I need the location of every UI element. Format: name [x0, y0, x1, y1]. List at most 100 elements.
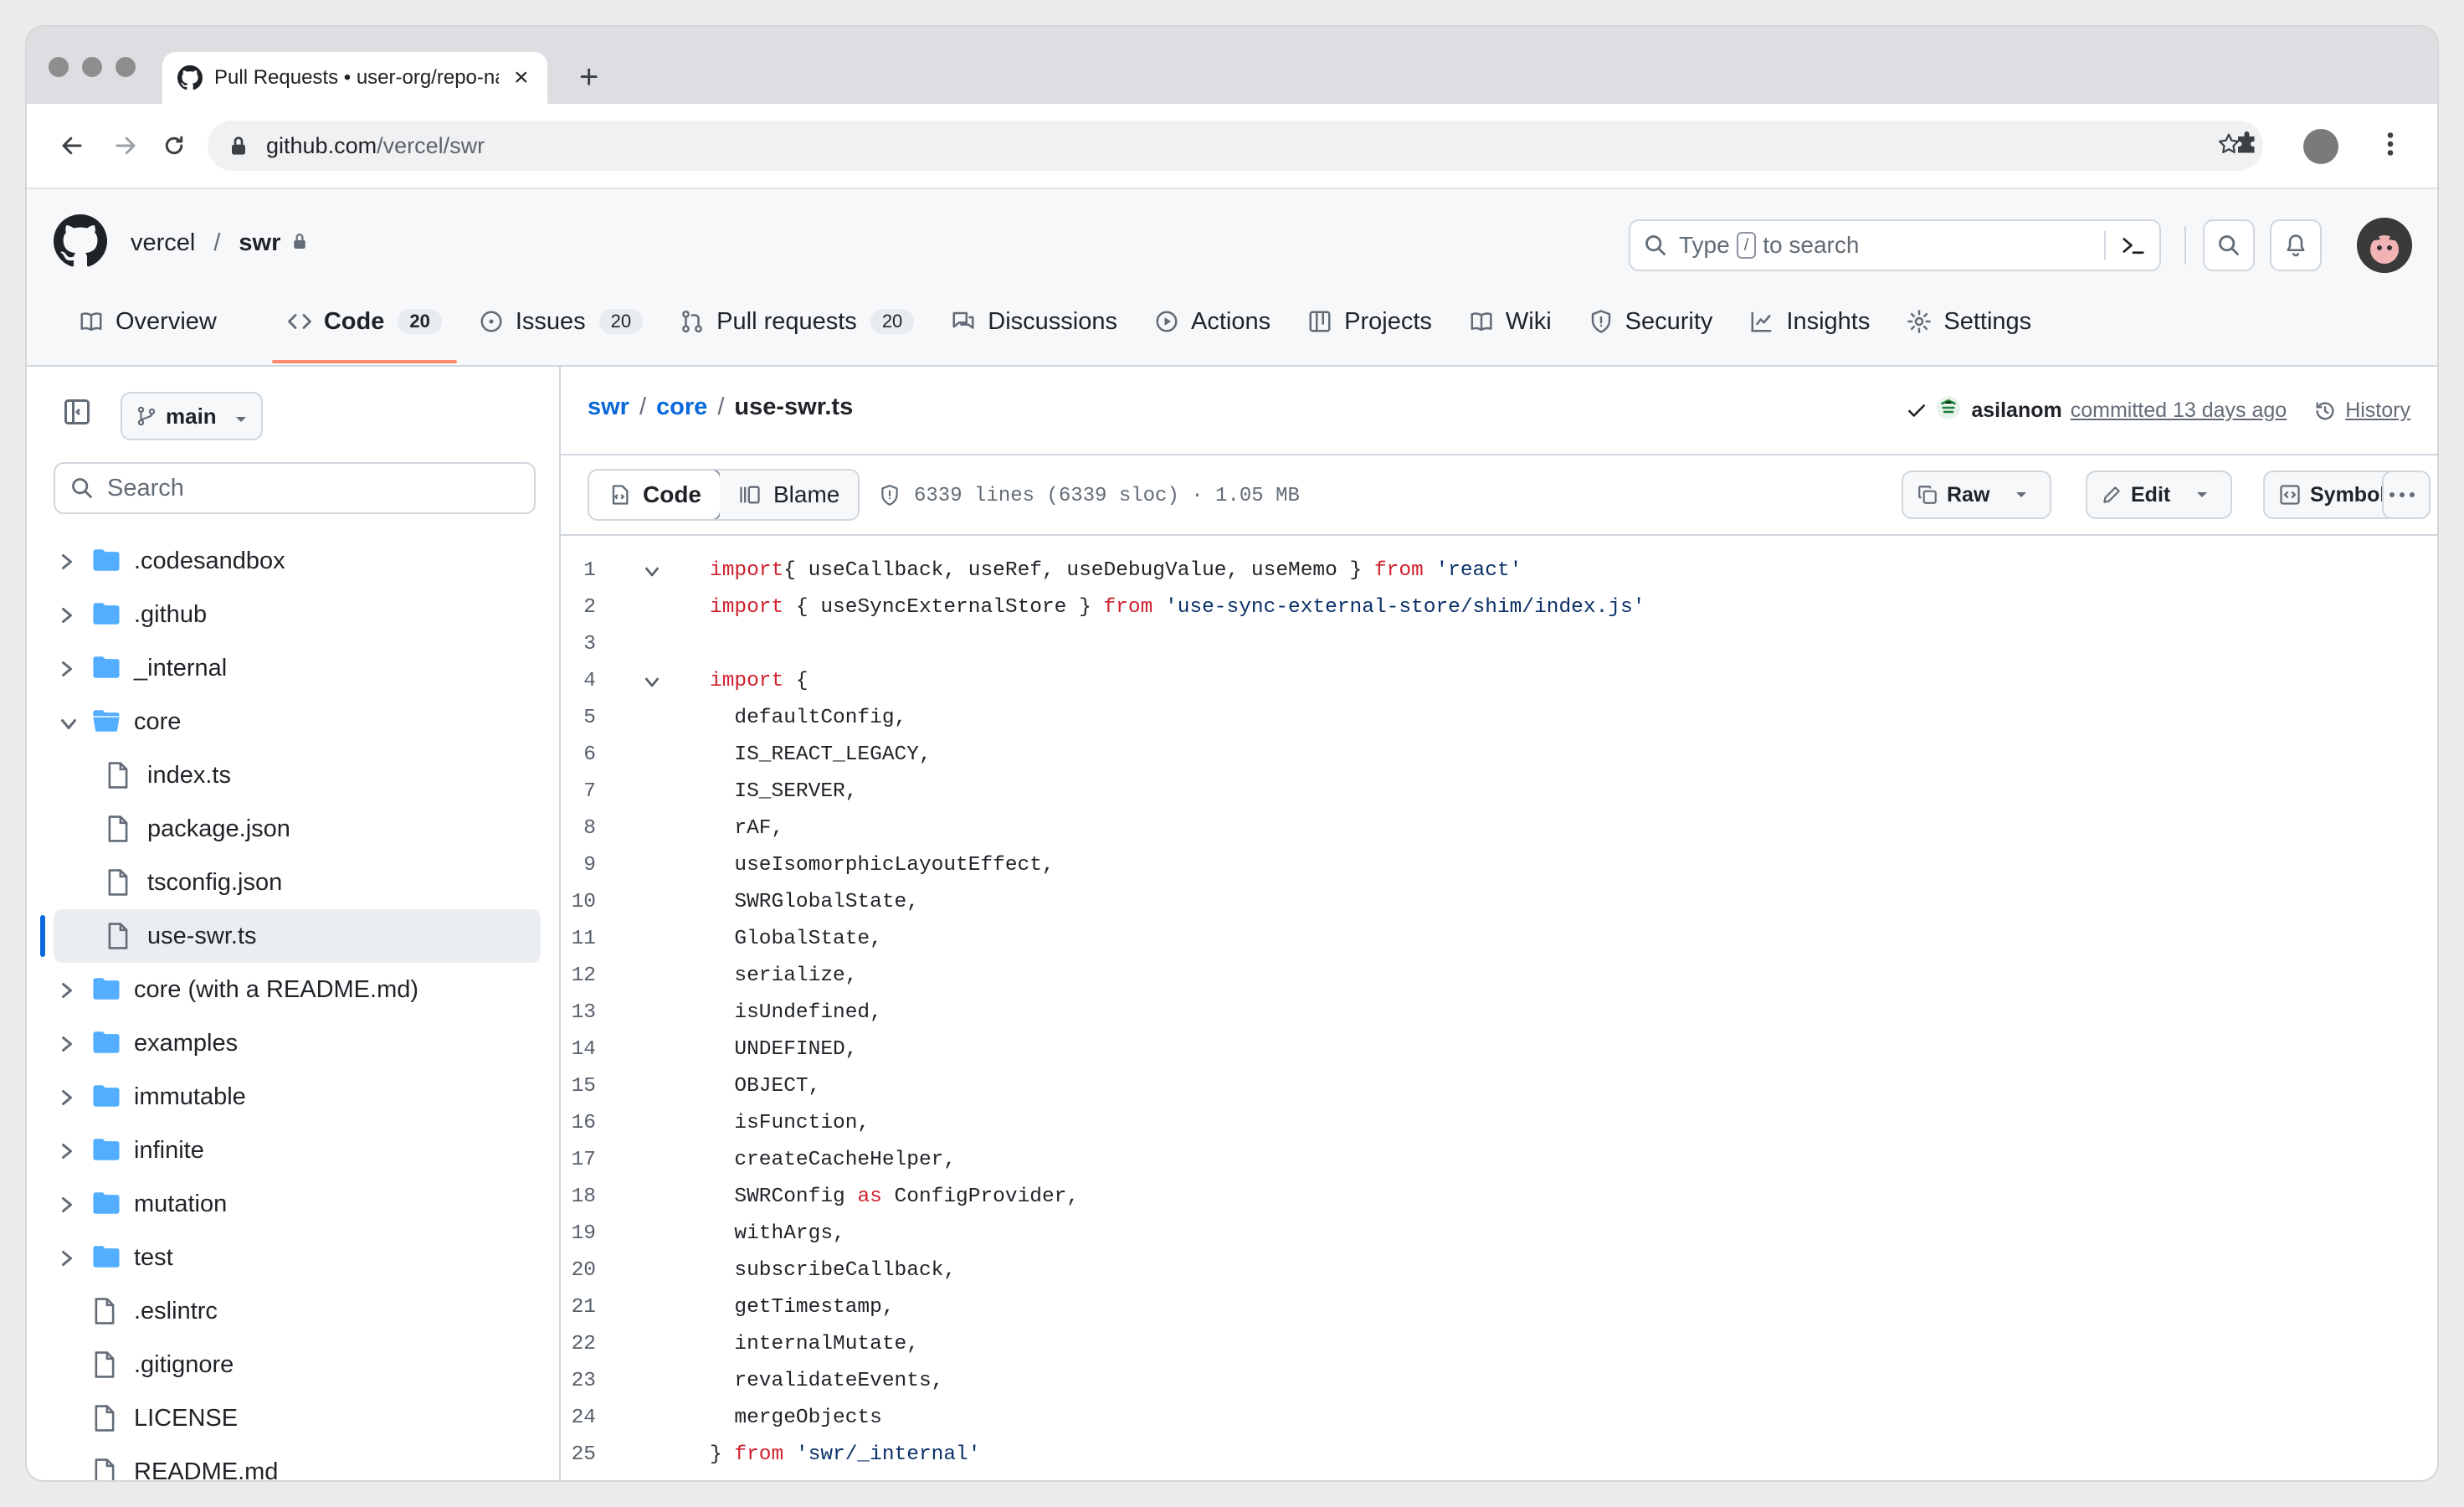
back-icon[interactable] [54, 127, 90, 164]
line-number[interactable]: 7 [561, 780, 596, 803]
chevron-right-icon[interactable] [59, 1194, 75, 1222]
line-number[interactable]: 23 [561, 1370, 596, 1392]
line-number[interactable]: 19 [561, 1222, 596, 1245]
chevron-right-icon[interactable] [59, 1033, 75, 1061]
tree-file-gitignore[interactable]: .gitignore [27, 1338, 559, 1391]
line-number[interactable]: 6 [561, 743, 596, 766]
line-number[interactable]: 13 [561, 1001, 596, 1024]
author-avatar-icon[interactable] [1936, 395, 1961, 426]
tab-overview[interactable]: Overview [64, 296, 232, 347]
line-number[interactable]: 9 [561, 854, 596, 877]
tab-insights[interactable]: Insights [1734, 296, 1885, 347]
line-number[interactable]: 8 [561, 817, 596, 840]
window-close-dot[interactable] [49, 57, 69, 77]
window-zoom-dot[interactable] [116, 57, 136, 77]
user-avatar[interactable] [2357, 218, 2412, 273]
tree-file-use-swr-ts[interactable]: use-swr.ts [54, 909, 541, 963]
tree-file-eslintrc[interactable]: .eslintrc [27, 1284, 559, 1338]
tab-close-icon[interactable]: × [514, 65, 529, 90]
tree-file-tsconfig-json[interactable]: tsconfig.json [27, 856, 559, 909]
chevron-right-icon[interactable] [59, 1087, 75, 1114]
chevron-right-icon[interactable] [59, 1247, 75, 1275]
line-number[interactable]: 18 [561, 1186, 596, 1208]
window-minimize-dot[interactable] [82, 57, 102, 77]
chevron-right-icon[interactable] [59, 658, 75, 686]
line-number[interactable]: 5 [561, 707, 596, 729]
fold-chevron-icon[interactable] [643, 563, 661, 585]
browser-menu-icon[interactable] [2385, 129, 2395, 163]
sidebar-collapse-icon[interactable] [62, 397, 92, 431]
raw-button[interactable]: Raw [1902, 471, 2052, 519]
more-options-button[interactable] [2382, 471, 2431, 519]
line-number[interactable]: 16 [561, 1112, 596, 1134]
tree-file-index-ts[interactable]: index.ts [27, 748, 559, 802]
tree-folder-github[interactable]: .github [27, 588, 559, 641]
edit-button[interactable]: Edit [2086, 471, 2233, 519]
tab-wiki[interactable]: Wiki [1454, 296, 1567, 347]
line-number[interactable]: 1 [561, 559, 596, 582]
history-link[interactable]: History [2313, 399, 2410, 423]
notifications-button[interactable] [2270, 219, 2322, 271]
line-number[interactable]: 11 [561, 928, 596, 950]
tab-security[interactable]: Security [1573, 296, 1728, 347]
chevron-right-icon[interactable] [59, 604, 75, 632]
header-search-button[interactable] [2203, 219, 2255, 271]
tree-folder-core-with-a-readme-md[interactable]: core (with a README.md) [27, 963, 559, 1016]
chevron-right-icon[interactable] [59, 980, 75, 1007]
repo-name-link[interactable]: swr [239, 229, 280, 257]
tree-folder-codesandbox[interactable]: .codesandbox [27, 534, 559, 588]
commit-time[interactable]: committed 13 days ago [2071, 399, 2287, 423]
breadcrumb-link-swr[interactable]: swr [588, 393, 629, 421]
file-tree-search-input[interactable]: Search [54, 462, 536, 514]
repo-owner-link[interactable]: vercel [131, 229, 195, 257]
lock-icon[interactable] [229, 136, 248, 156]
blame-view-button[interactable]: Blame [720, 471, 859, 519]
tab-issues[interactable]: Issues 20 [464, 296, 658, 347]
github-logo-icon[interactable] [54, 214, 107, 272]
tree-folder-internal[interactable]: _internal [27, 641, 559, 695]
tab-code[interactable]: Code 20 [271, 296, 457, 363]
new-tab-button[interactable]: + [579, 60, 598, 94]
tree-folder-immutable[interactable]: immutable [27, 1070, 559, 1124]
chevron-down-icon[interactable] [2195, 491, 2209, 499]
reload-icon[interactable] [156, 127, 192, 164]
line-number[interactable]: 25 [561, 1443, 596, 1466]
line-number[interactable]: 22 [561, 1333, 596, 1355]
tab-projects[interactable]: Projects [1292, 296, 1447, 347]
global-search-input[interactable]: Type / to search [1629, 219, 2161, 271]
tab-discussions[interactable]: Discussions [936, 296, 1132, 347]
chevron-down-icon[interactable] [59, 712, 79, 739]
fold-chevron-icon[interactable] [643, 673, 661, 696]
command-palette-icon[interactable] [2104, 231, 2146, 260]
line-number[interactable]: 10 [561, 891, 596, 913]
branch-selector[interactable]: main [121, 392, 263, 440]
tab-actions[interactable]: Actions [1139, 296, 1286, 347]
chevron-down-icon[interactable] [2015, 491, 2028, 499]
address-bar[interactable]: github.com/vercel/swr [208, 121, 2263, 171]
tree-folder-examples[interactable]: examples [27, 1016, 559, 1070]
breadcrumb-link-core[interactable]: core [656, 393, 707, 421]
extensions-puzzle-icon[interactable] [2233, 129, 2263, 163]
browser-profile-avatar[interactable] [2303, 129, 2338, 164]
browser-tab[interactable]: Pull Requests • user-org/repo-name × [162, 52, 547, 104]
tab-settings[interactable]: Settings [1892, 296, 2046, 347]
chevron-right-icon[interactable] [59, 551, 75, 579]
tree-file-license[interactable]: LICENSE [27, 1391, 559, 1445]
forward-icon[interactable] [107, 127, 144, 164]
tree-folder-infinite[interactable]: infinite [27, 1124, 559, 1177]
line-number[interactable]: 3 [561, 633, 596, 656]
code-view-button[interactable]: Code [589, 471, 721, 519]
line-number[interactable]: 20 [561, 1259, 596, 1282]
line-number[interactable]: 2 [561, 596, 596, 619]
line-number[interactable]: 24 [561, 1407, 596, 1429]
line-number[interactable]: 4 [561, 670, 596, 692]
line-number[interactable]: 17 [561, 1149, 596, 1171]
tree-folder-mutation[interactable]: mutation [27, 1177, 559, 1231]
tree-folder-test[interactable]: test [27, 1231, 559, 1284]
tree-folder-core[interactable]: core [27, 695, 559, 748]
tree-file-readme-md[interactable]: README.md [27, 1445, 559, 1480]
line-number[interactable]: 21 [561, 1296, 596, 1319]
line-number[interactable]: 14 [561, 1038, 596, 1061]
line-number[interactable]: 15 [561, 1075, 596, 1098]
chevron-right-icon[interactable] [59, 1140, 75, 1168]
